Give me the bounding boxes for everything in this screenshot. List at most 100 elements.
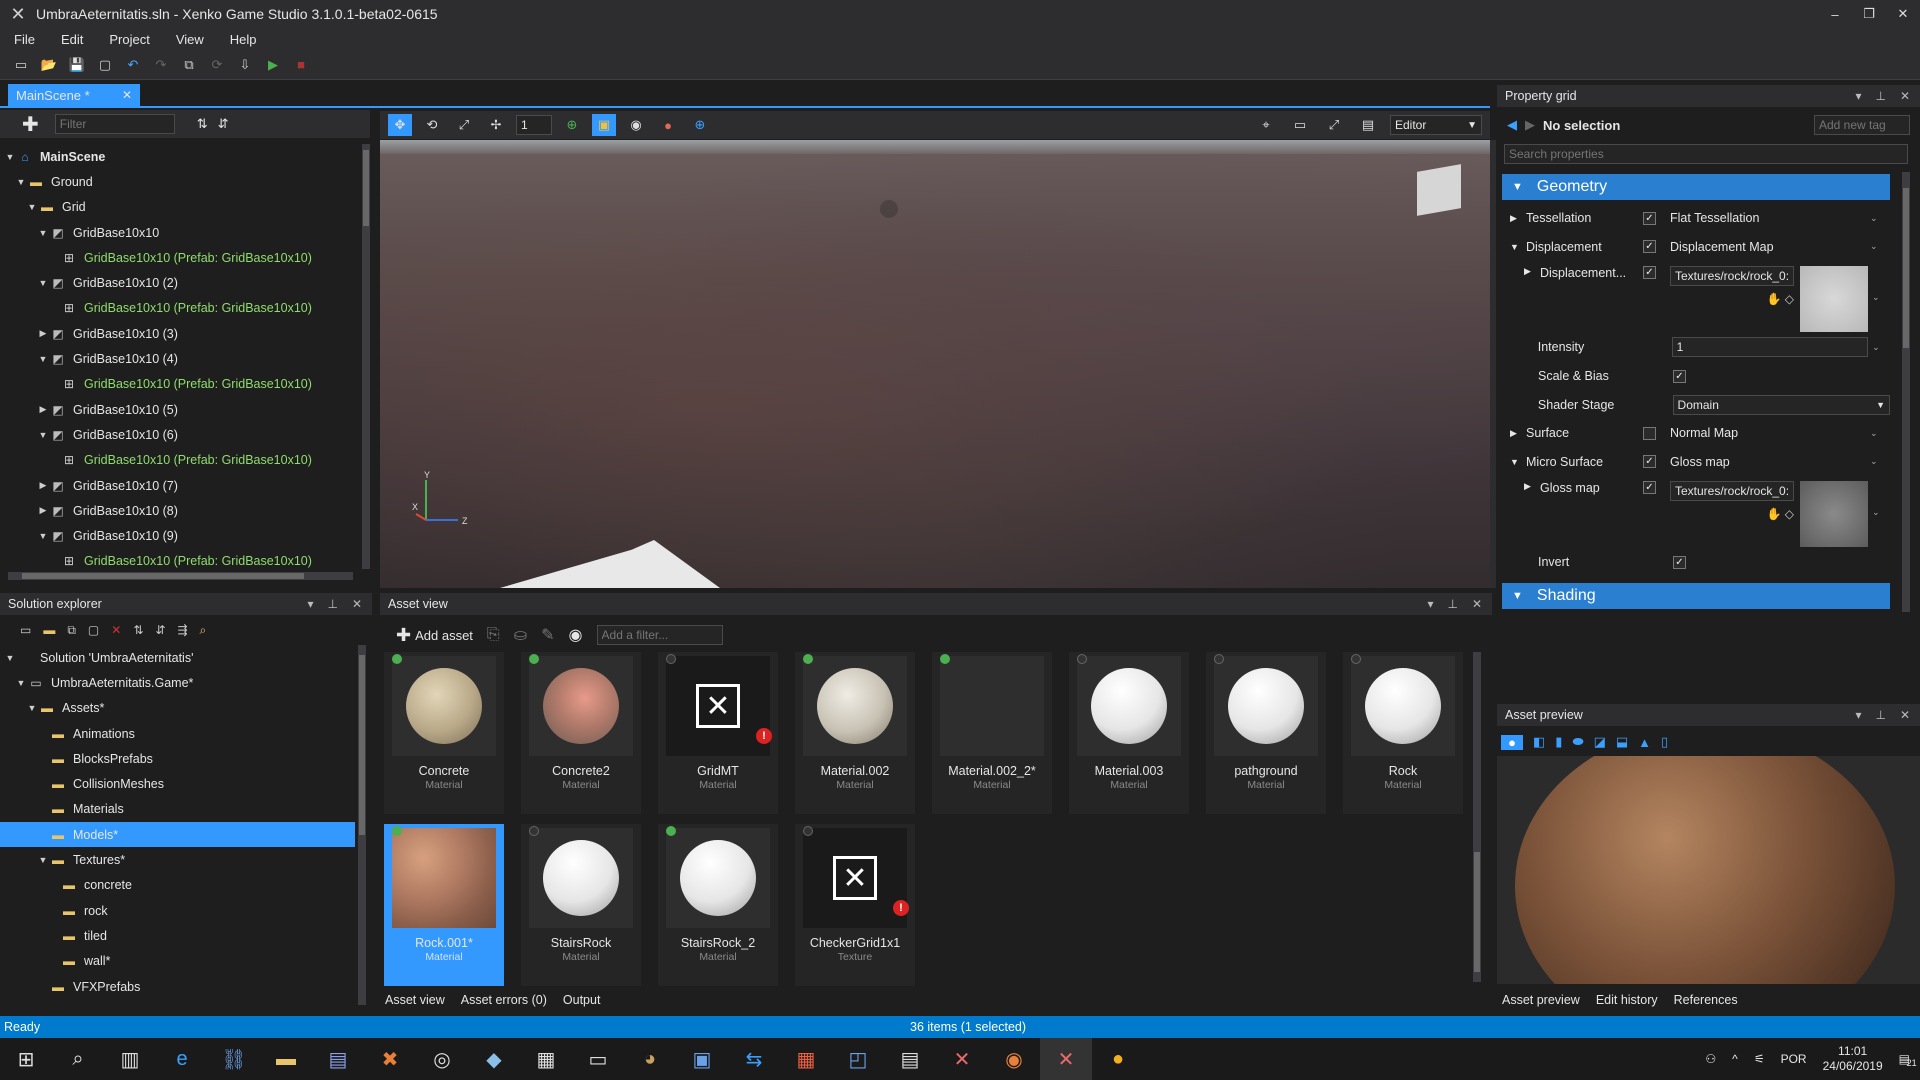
restore-icon[interactable]: ❐ xyxy=(1852,0,1886,28)
tab-output[interactable]: Output xyxy=(563,993,601,1007)
displacement-map-path[interactable]: Textures/rock/rock_0: xyxy=(1670,266,1794,287)
panel-menu-icon[interactable]: ▾ xyxy=(1855,89,1861,103)
asset-tile[interactable]: ✕! GridMT Material xyxy=(658,652,778,814)
solution-tree-item[interactable]: ▬ Models* xyxy=(0,822,355,848)
solution-tree-item[interactable]: ▬ tiled xyxy=(0,923,355,948)
add-entity-icon[interactable]: ✚ xyxy=(22,112,39,137)
shader-stage-select[interactable]: Domain ▼ xyxy=(1672,394,1890,415)
asset-scrollbar[interactable] xyxy=(1473,652,1481,982)
expand-all-icon[interactable]: ⇅ xyxy=(197,116,208,132)
surface-value[interactable]: Normal Map xyxy=(1670,426,1870,440)
open-folder-icon[interactable]: ▬ xyxy=(43,623,55,637)
menu-file[interactable]: File xyxy=(14,32,35,47)
asset-filter-input[interactable] xyxy=(596,625,723,645)
expand-icon[interactable]: ⇅ xyxy=(133,623,143,637)
redo-icon[interactable]: ↷ xyxy=(152,56,170,74)
fullscreen-icon[interactable]: ⤢ xyxy=(1322,114,1346,136)
tab-references[interactable]: References xyxy=(1674,993,1738,1007)
scene-tree-item[interactable]: ▼ ▬ Ground xyxy=(0,169,360,194)
tessellation-value[interactable]: Flat Tessellation xyxy=(1670,211,1870,225)
terminal-icon[interactable]: ▭ xyxy=(572,1038,624,1080)
close-window-icon[interactable]: ✕ xyxy=(1886,0,1920,28)
expand-arrow-icon[interactable]: ▶ xyxy=(37,505,49,516)
grid-icon[interactable]: ⊕ xyxy=(688,114,712,136)
open-project-icon[interactable]: 📂 xyxy=(40,56,58,74)
asset-tile[interactable]: Material.002 Material xyxy=(795,652,915,814)
language-indicator[interactable]: POR xyxy=(1781,1052,1807,1066)
teapot-shape-icon[interactable]: ⬓ xyxy=(1616,734,1628,750)
play-icon[interactable]: ▶ xyxy=(264,56,282,74)
expand-displacement-map-icon[interactable]: ▶ xyxy=(1524,266,1538,277)
chevron-down-icon[interactable]: ⌄ xyxy=(1870,456,1890,467)
editor-app-icon[interactable]: ▤ xyxy=(312,1038,364,1080)
scene-tree-item[interactable]: ⊞ GridBase10x10 (Prefab: GridBase10x10) xyxy=(0,245,360,270)
paint-app-icon[interactable]: ✖ xyxy=(364,1038,416,1080)
network-app-icon[interactable]: ⛓ xyxy=(208,1038,260,1080)
collapse-displacement-icon[interactable]: ▼ xyxy=(1510,242,1524,252)
edge-icon[interactable]: e xyxy=(156,1038,208,1080)
add-tag-input[interactable] xyxy=(1814,115,1910,135)
displacement-map-checkbox[interactable]: ✓ xyxy=(1643,266,1656,280)
pin-icon[interactable]: ⊥ xyxy=(327,597,337,611)
geometry-section[interactable]: ▼ Geometry xyxy=(1502,174,1890,200)
asset-tile[interactable]: Rock.001* Material xyxy=(384,824,504,986)
gloss-map-checkbox[interactable]: ✓ xyxy=(1643,481,1656,495)
property-scrollbar[interactable] xyxy=(1902,172,1910,612)
start-icon[interactable]: ⊞ xyxy=(0,1038,52,1080)
new-folder-icon[interactable]: ▭ xyxy=(20,623,31,637)
menu-view[interactable]: View xyxy=(176,32,204,47)
paint-palette-icon[interactable]: ◕ xyxy=(624,1038,676,1080)
displacement-texture-thumb[interactable] xyxy=(1800,266,1868,333)
pin-icon[interactable]: ⊥ xyxy=(1875,89,1885,103)
local-space-icon[interactable]: ▣ xyxy=(592,114,616,136)
scene-tree-item[interactable]: ▼ ⌂ MainScene xyxy=(0,144,360,169)
asset-tile[interactable]: pathground Material xyxy=(1206,652,1326,814)
view-cube-icon[interactable] xyxy=(1417,164,1461,216)
tab-asset-view[interactable]: Asset view xyxy=(385,993,445,1007)
open-ide-icon[interactable]: ⧉ xyxy=(180,56,198,74)
panel-menu-icon[interactable]: ▾ xyxy=(1427,597,1433,611)
forward-icon[interactable]: ▶ xyxy=(1525,117,1535,133)
close-panel-icon[interactable]: ✕ xyxy=(1900,708,1910,722)
solution-scrollbar[interactable] xyxy=(358,645,366,1005)
capsule-shape-icon[interactable]: ▯ xyxy=(1661,734,1668,750)
focus-icon[interactable]: ⌖ xyxy=(1254,114,1278,136)
clock[interactable]: 11:01 24/06/2019 xyxy=(1823,1044,1883,1074)
search-icon[interactable]: ⌕ xyxy=(52,1038,104,1080)
visibility-filter-icon[interactable]: ◉ xyxy=(569,625,583,645)
solution-tree-item[interactable]: ▬ VFXPrefabs xyxy=(0,974,355,999)
solution-tree-item[interactable]: ▬ rock xyxy=(0,898,355,923)
xenko-studio-icon[interactable]: ✕ xyxy=(1040,1038,1092,1080)
eraser-icon[interactable]: ◇ xyxy=(1785,292,1794,306)
scene-tree-item[interactable]: ⊞ GridBase10x10 (Prefab: GridBase10x10) xyxy=(0,372,360,397)
collapse-arrow-icon[interactable]: ▼ xyxy=(4,653,16,663)
scene-tree-item[interactable]: ▶ ◩ GridBase10x10 (8) xyxy=(0,498,360,523)
chevron-down-icon[interactable]: ⌄ xyxy=(1872,342,1890,353)
chevron-down-icon[interactable]: ⌄ xyxy=(1872,507,1890,518)
files-app-icon[interactable]: ▤ xyxy=(884,1038,936,1080)
close-panel-icon[interactable]: ✕ xyxy=(1472,597,1482,611)
panel-menu-icon[interactable]: ▾ xyxy=(1855,708,1861,722)
solution-tree-item[interactable]: ▬ concrete xyxy=(0,873,355,898)
file-explorer-icon[interactable]: ▬ xyxy=(260,1038,312,1080)
collapse-arrow-icon[interactable]: ▼ xyxy=(37,855,49,865)
micro-surface-value[interactable]: Gloss map xyxy=(1670,455,1870,469)
asset-tile[interactable]: StairsRock_2 Material xyxy=(658,824,778,986)
shading-section[interactable]: ▼ Shading xyxy=(1502,582,1890,609)
solution-tree-item[interactable]: ▬ Animations xyxy=(0,721,355,746)
plane-shape-icon[interactable]: ◪ xyxy=(1594,734,1606,750)
cylinder-shape-icon[interactable]: ▮ xyxy=(1555,734,1562,750)
create-prefab-icon[interactable]: ⛀ xyxy=(514,625,527,645)
collapse-arrow-icon[interactable]: ▼ xyxy=(15,678,27,688)
tray-chevron-icon[interactable]: ^ xyxy=(1732,1052,1738,1066)
asset-tile[interactable]: Concrete Material xyxy=(384,652,504,814)
collapse-icon[interactable]: ⇵ xyxy=(155,623,165,637)
asset-tile[interactable]: Material.003 Material xyxy=(1069,652,1189,814)
collapse-arrow-icon[interactable]: ▼ xyxy=(37,228,49,238)
build-icon[interactable]: ⇩ xyxy=(236,56,254,74)
scene-tree-item[interactable]: ▼ ◩ GridBase10x10 (9) xyxy=(0,523,360,548)
new-project-icon[interactable]: ▭ xyxy=(12,56,30,74)
world-space-icon[interactable]: ⊕ xyxy=(560,114,584,136)
tessellation-checkbox[interactable]: ✓ xyxy=(1643,211,1656,225)
solution-tree-item[interactable]: ▬ wall* xyxy=(0,949,355,974)
